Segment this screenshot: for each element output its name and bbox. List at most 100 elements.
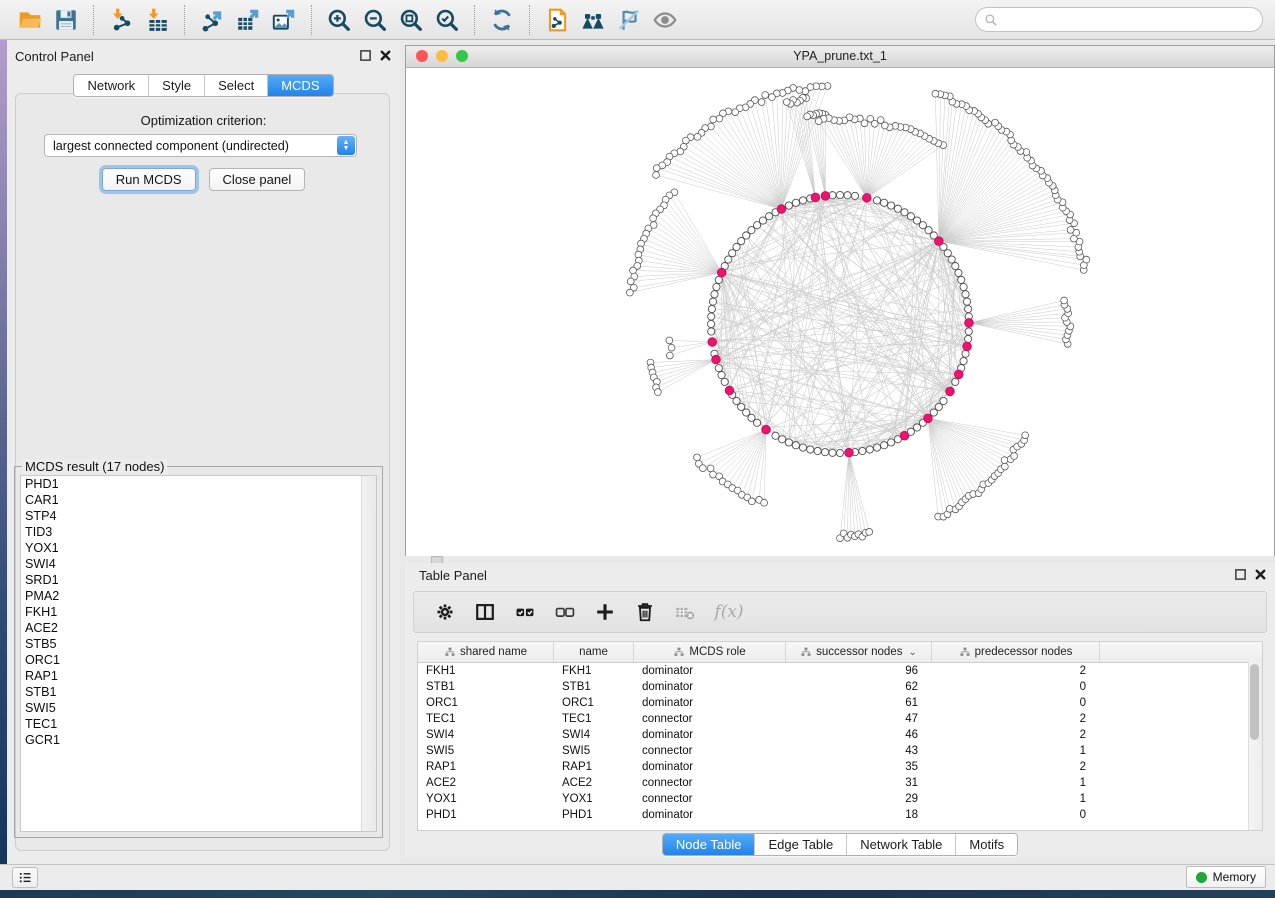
cell: RAP1 <box>418 759 554 775</box>
zoom-in-button[interactable] <box>321 4 357 36</box>
table-toolbar: f(x) <box>413 591 1267 633</box>
refresh-button[interactable] <box>484 4 520 36</box>
mcds-result-item[interactable]: YOX1 <box>21 540 376 556</box>
table-scrollbar-thumb[interactable] <box>1250 664 1259 740</box>
table-row[interactable]: SWI5SWI5connector431 <box>418 743 1262 759</box>
table-row[interactable]: FKH1FKH1dominator962 <box>418 663 1262 679</box>
cell: connector <box>634 711 786 727</box>
zoom-window-icon[interactable] <box>456 50 468 62</box>
column-header-mcds-role[interactable]: MCDS role <box>634 642 786 662</box>
add-row-button[interactable] <box>590 597 620 627</box>
mcds-result-item[interactable]: STB1 <box>21 684 376 700</box>
network-file-button[interactable] <box>539 4 575 36</box>
tab-style[interactable]: Style <box>148 75 204 96</box>
delete-row-button[interactable] <box>630 597 660 627</box>
network-canvas[interactable] <box>406 68 1274 556</box>
cell: dominator <box>634 679 786 695</box>
window-traffic-lights <box>416 50 468 62</box>
table-row[interactable]: SWI4SWI4dominator462 <box>418 727 1262 743</box>
save-session-button[interactable] <box>48 4 84 36</box>
import-table-button[interactable] <box>139 4 175 36</box>
mcds-result-item[interactable]: SRD1 <box>21 572 376 588</box>
optimization-criterion-value: largest connected component (undirected) <box>53 139 289 153</box>
mcds-result-item[interactable]: PMA2 <box>21 588 376 604</box>
import-network-button[interactable] <box>103 4 139 36</box>
task-history-button[interactable] <box>12 867 38 888</box>
run-mcds-button[interactable]: Run MCDS <box>102 168 196 191</box>
close-window-icon[interactable] <box>416 50 428 62</box>
search-box[interactable] <box>975 7 1263 32</box>
column-header-shared-name[interactable]: shared name <box>418 642 554 662</box>
mcds-result-item[interactable]: TID3 <box>21 524 376 540</box>
cell: ORC1 <box>418 695 554 711</box>
table-row[interactable]: PHD1PHD1dominator180 <box>418 807 1262 823</box>
settings-button[interactable] <box>430 597 460 627</box>
mcds-result-item[interactable]: CAR1 <box>21 492 376 508</box>
mcds-result-item[interactable]: ACE2 <box>21 620 376 636</box>
zoom-fit-button[interactable] <box>393 4 429 36</box>
column-header-successor-nodes[interactable]: successor nodes⌄ <box>786 642 932 662</box>
table-scrollbar[interactable] <box>1248 662 1262 830</box>
export-image-button[interactable] <box>266 4 302 36</box>
table-row[interactable]: RAP1RAP1dominator352 <box>418 759 1262 775</box>
float-table-panel-icon[interactable] <box>1234 568 1247 581</box>
application-window: Control Panel NetworkStyleSelectMCDS Opt… <box>0 0 1275 898</box>
export-table-button[interactable] <box>230 4 266 36</box>
cell: connector <box>634 791 786 807</box>
control-panel-title: Control Panel <box>7 46 400 68</box>
table-row[interactable]: ORC1ORC1dominator610 <box>418 695 1262 711</box>
close-panel-icon[interactable] <box>379 49 392 62</box>
mcds-result-title: MCDS result (17 nodes) <box>22 459 167 474</box>
deselect-all-button[interactable] <box>550 597 580 627</box>
tab-motifs[interactable]: Motifs <box>955 834 1017 855</box>
export-network-button[interactable] <box>194 4 230 36</box>
column-header-name[interactable]: name <box>554 642 634 662</box>
cell: ACE2 <box>554 775 634 791</box>
close-panel-button[interactable]: Close panel <box>209 168 306 191</box>
hide-selected-button[interactable] <box>611 4 647 36</box>
tab-edge-table[interactable]: Edge Table <box>754 834 846 855</box>
cell: 2 <box>932 727 1100 743</box>
split-view-button[interactable] <box>470 597 500 627</box>
tab-node-table[interactable]: Node Table <box>663 834 755 855</box>
open-file-button[interactable] <box>12 4 48 36</box>
mcds-result-item[interactable]: RAP1 <box>21 668 376 684</box>
find-button[interactable] <box>575 4 611 36</box>
mcds-result-item[interactable]: GCR1 <box>21 732 376 748</box>
tab-network[interactable]: Network <box>74 75 148 96</box>
mcds-list-scrollbar[interactable] <box>361 476 376 831</box>
table-row[interactable]: TEC1TEC1connector472 <box>418 711 1262 727</box>
select-all-icon <box>514 601 536 623</box>
tab-select[interactable]: Select <box>204 75 267 96</box>
mcds-result-item[interactable]: SWI5 <box>21 700 376 716</box>
mcds-result-item[interactable]: ORC1 <box>21 652 376 668</box>
zoom-out-button[interactable] <box>357 4 393 36</box>
mcds-result-item[interactable]: PHD1 <box>21 476 376 492</box>
mcds-result-item[interactable]: STP4 <box>21 508 376 524</box>
cell: SWI5 <box>418 743 554 759</box>
table-row[interactable]: STB1STB1dominator620 <box>418 679 1262 695</box>
show-all-button[interactable] <box>647 4 683 36</box>
float-panel-icon[interactable] <box>359 49 372 62</box>
cell: 62 <box>786 679 932 695</box>
close-table-panel-icon[interactable] <box>1254 568 1267 581</box>
mcds-result-item[interactable]: STB5 <box>21 636 376 652</box>
mcds-result-item[interactable]: TEC1 <box>21 716 376 732</box>
table-row[interactable]: YOX1YOX1connector291 <box>418 791 1262 807</box>
minimize-window-icon[interactable] <box>436 50 448 62</box>
column-header-predecessor-nodes[interactable]: predecessor nodes <box>932 642 1100 662</box>
memory-label: Memory <box>1213 870 1256 884</box>
table-row[interactable]: ACE2ACE2connector311 <box>418 775 1262 791</box>
select-all-button[interactable] <box>510 597 540 627</box>
tab-network-table[interactable]: Network Table <box>846 834 955 855</box>
zoom-selected-button[interactable] <box>429 4 465 36</box>
optimization-criterion-select[interactable]: largest connected component (undirected)… <box>44 134 357 157</box>
tab-mcds[interactable]: MCDS <box>267 75 332 96</box>
optimization-criterion-label: Optimization criterion: <box>7 113 400 128</box>
mcds-result-item[interactable]: SWI4 <box>21 556 376 572</box>
mcds-result-list[interactable]: PHD1CAR1STP4TID3YOX1SWI4SRD1PMA2FKH1ACE2… <box>20 475 377 832</box>
memory-button[interactable]: Memory <box>1186 866 1266 888</box>
search-input[interactable] <box>1003 12 1254 28</box>
cell: 1 <box>932 791 1100 807</box>
mcds-result-item[interactable]: FKH1 <box>21 604 376 620</box>
